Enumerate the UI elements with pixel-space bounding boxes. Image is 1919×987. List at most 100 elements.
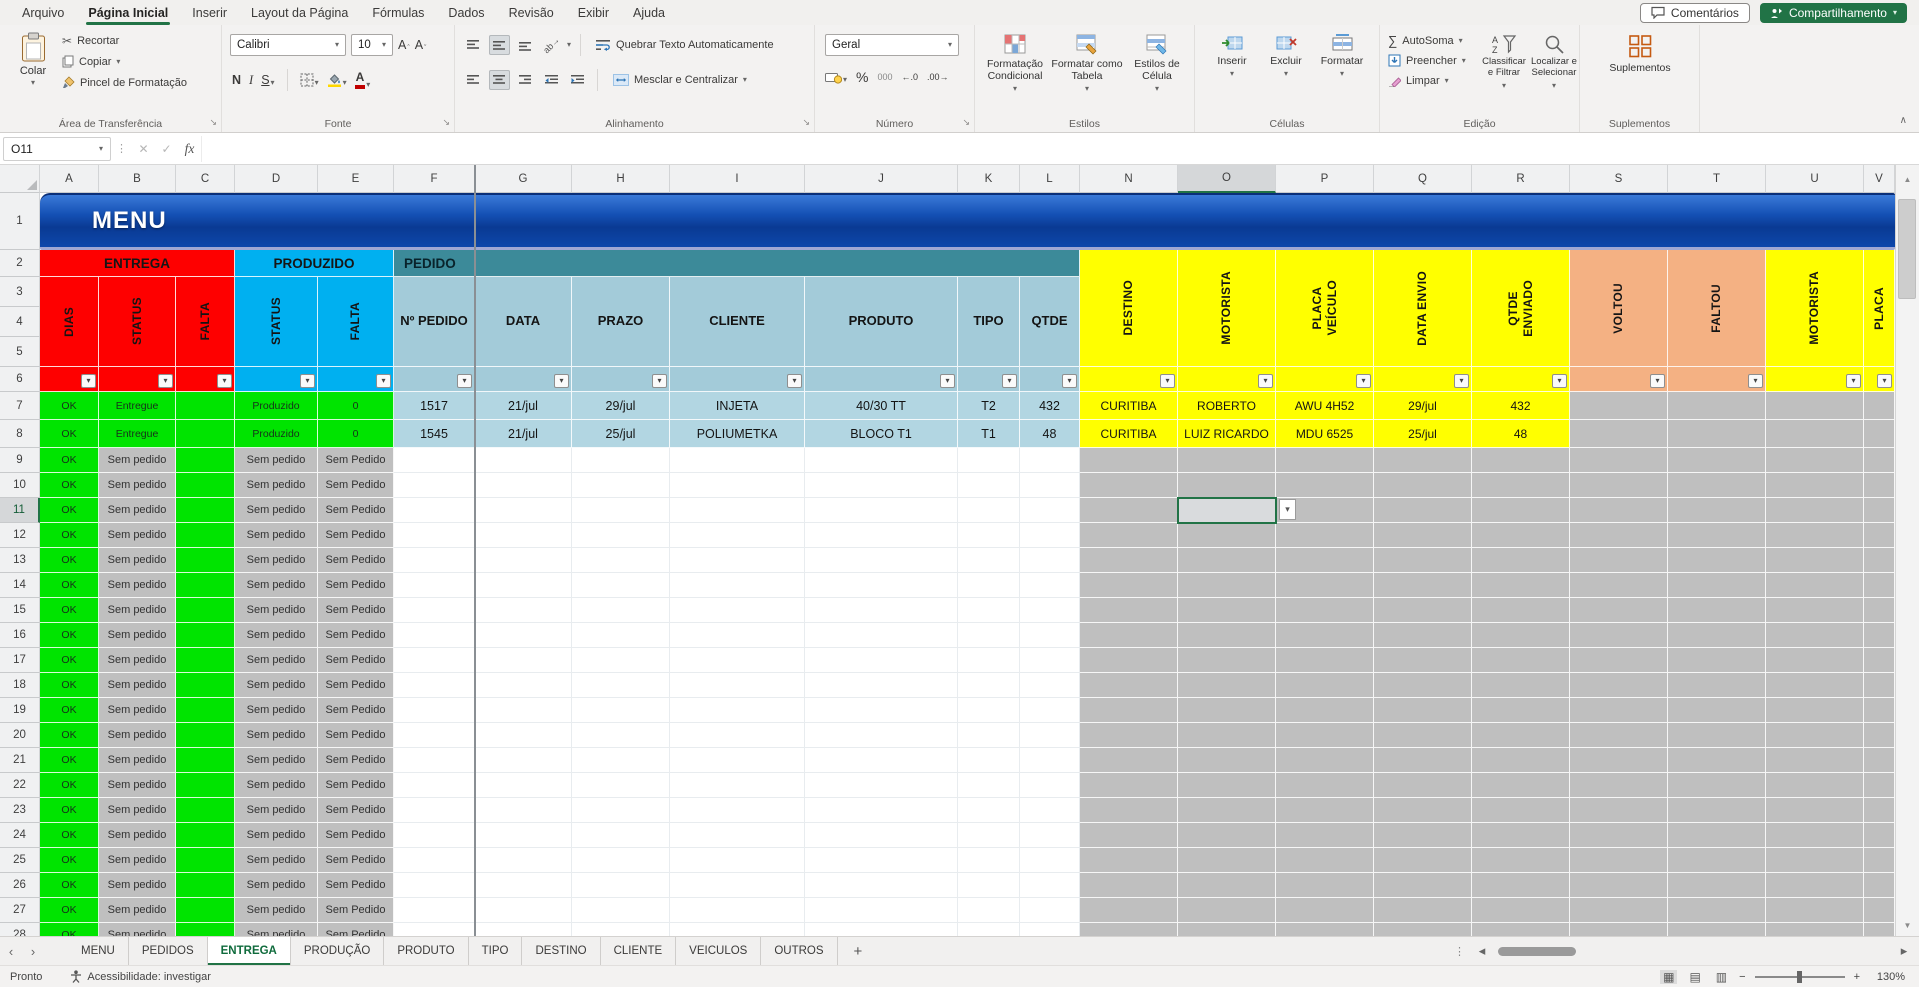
cell-S20[interactable] bbox=[1570, 723, 1668, 748]
font-name-select[interactable]: Calibri▾ bbox=[230, 34, 346, 56]
cell-T14[interactable] bbox=[1668, 573, 1766, 598]
cell-D7[interactable]: Produzido bbox=[235, 392, 318, 420]
cell-K12[interactable] bbox=[958, 523, 1020, 548]
cell-G13[interactable] bbox=[475, 548, 572, 573]
cell-T11[interactable] bbox=[1668, 498, 1766, 523]
cell-F12[interactable] bbox=[394, 523, 475, 548]
normal-view-button[interactable]: ▦ bbox=[1660, 970, 1677, 984]
row-header-16[interactable]: 16 bbox=[0, 623, 40, 648]
align-middle-button[interactable] bbox=[489, 35, 510, 55]
italic-button[interactable]: I bbox=[249, 73, 253, 88]
cell-T27[interactable] bbox=[1668, 898, 1766, 923]
cell-I26[interactable] bbox=[670, 873, 805, 898]
align-right-button[interactable] bbox=[515, 70, 536, 90]
filter-button-V[interactable]: ▾ bbox=[1877, 374, 1892, 388]
page-break-view-button[interactable]: ▥ bbox=[1713, 970, 1730, 984]
cell-T15[interactable] bbox=[1668, 598, 1766, 623]
cell-L13[interactable] bbox=[1020, 548, 1080, 573]
cell-A22[interactable]: OK bbox=[40, 773, 99, 798]
cell-Q13[interactable] bbox=[1374, 548, 1472, 573]
cut-button[interactable]: ✂Recortar bbox=[62, 35, 187, 47]
cell-O9[interactable] bbox=[1178, 448, 1276, 473]
cell-T10[interactable] bbox=[1668, 473, 1766, 498]
cell-D19[interactable]: Sem pedido bbox=[235, 698, 318, 723]
row-header-8[interactable]: 8 bbox=[0, 420, 40, 448]
cell-L24[interactable] bbox=[1020, 823, 1080, 848]
cell-D14[interactable]: Sem pedido bbox=[235, 573, 318, 598]
merge-center-button[interactable]: Mesclar e Centralizar ▾ bbox=[613, 74, 747, 86]
cell-P7[interactable]: AWU 4H52 bbox=[1276, 392, 1374, 420]
cell-I21[interactable] bbox=[670, 748, 805, 773]
column-header-R[interactable]: R bbox=[1472, 165, 1570, 193]
clear-button[interactable]: Limpar▾ bbox=[1388, 74, 1466, 87]
cell-G11[interactable] bbox=[475, 498, 572, 523]
cell-V9[interactable] bbox=[1864, 448, 1895, 473]
sheet-tab-tipo[interactable]: TIPO bbox=[469, 937, 523, 965]
cell-P17[interactable] bbox=[1276, 648, 1374, 673]
zoom-out-button[interactable]: − bbox=[1739, 971, 1745, 983]
menu-tab-layout-da-página[interactable]: Layout da Página bbox=[239, 0, 360, 25]
cell-E12[interactable]: Sem Pedido bbox=[318, 523, 394, 548]
cell-F9[interactable] bbox=[394, 448, 475, 473]
dialog-launcher-icon[interactable]: ↘ bbox=[209, 117, 217, 128]
cell-F25[interactable] bbox=[394, 848, 475, 873]
cell-V19[interactable] bbox=[1864, 698, 1895, 723]
row-header-19[interactable]: 19 bbox=[0, 698, 40, 723]
menu-tab-dados[interactable]: Dados bbox=[436, 0, 496, 25]
cell-B15[interactable]: Sem pedido bbox=[99, 598, 176, 623]
zoom-level[interactable]: 130% bbox=[1869, 971, 1905, 983]
cell-Q18[interactable] bbox=[1374, 673, 1472, 698]
row-header-9[interactable]: 9 bbox=[0, 448, 40, 473]
filter-button-R[interactable]: ▾ bbox=[1552, 374, 1567, 388]
filter-button-T[interactable]: ▾ bbox=[1748, 374, 1763, 388]
cell-N26[interactable] bbox=[1080, 873, 1178, 898]
cell-V28[interactable] bbox=[1864, 923, 1895, 936]
cell-I13[interactable] bbox=[670, 548, 805, 573]
column-header-Q[interactable]: Q bbox=[1374, 165, 1472, 193]
cell-P22[interactable] bbox=[1276, 773, 1374, 798]
cell-T25[interactable] bbox=[1668, 848, 1766, 873]
cell-S15[interactable] bbox=[1570, 598, 1668, 623]
column-header-C[interactable]: C bbox=[176, 165, 235, 193]
column-header-T[interactable]: T bbox=[1668, 165, 1766, 193]
cell-S17[interactable] bbox=[1570, 648, 1668, 673]
cell-I22[interactable] bbox=[670, 773, 805, 798]
tab-resize-handle[interactable]: ⋮ bbox=[1448, 945, 1471, 958]
cell-A19[interactable]: OK bbox=[40, 698, 99, 723]
cell-R26[interactable] bbox=[1472, 873, 1570, 898]
cell-K8[interactable]: T1 bbox=[958, 420, 1020, 448]
cell-U8[interactable] bbox=[1766, 420, 1864, 448]
cell-Q11[interactable] bbox=[1374, 498, 1472, 523]
cell-F23[interactable] bbox=[394, 798, 475, 823]
autosum-button[interactable]: ∑AutoSoma▾ bbox=[1388, 34, 1466, 47]
cell-K19[interactable] bbox=[958, 698, 1020, 723]
cell-I15[interactable] bbox=[670, 598, 805, 623]
row-header-28[interactable]: 28 bbox=[0, 923, 40, 936]
cell-J27[interactable] bbox=[805, 898, 958, 923]
cell-T18[interactable] bbox=[1668, 673, 1766, 698]
cell-J23[interactable] bbox=[805, 798, 958, 823]
cell-A13[interactable]: OK bbox=[40, 548, 99, 573]
cell-V15[interactable] bbox=[1864, 598, 1895, 623]
cell-T20[interactable] bbox=[1668, 723, 1766, 748]
cell-N13[interactable] bbox=[1080, 548, 1178, 573]
cell-G19[interactable] bbox=[475, 698, 572, 723]
cell-K10[interactable] bbox=[958, 473, 1020, 498]
cell-F19[interactable] bbox=[394, 698, 475, 723]
menu-banner[interactable]: MENU bbox=[40, 193, 1895, 250]
cell-S11[interactable] bbox=[1570, 498, 1668, 523]
cell-L15[interactable] bbox=[1020, 598, 1080, 623]
cell-D10[interactable]: Sem pedido bbox=[235, 473, 318, 498]
cell-U15[interactable] bbox=[1766, 598, 1864, 623]
cell-B20[interactable]: Sem pedido bbox=[99, 723, 176, 748]
cell-K16[interactable] bbox=[958, 623, 1020, 648]
column-header-B[interactable]: B bbox=[99, 165, 176, 193]
hscroll-right-button[interactable]: ▸ bbox=[1893, 943, 1915, 959]
cell-K20[interactable] bbox=[958, 723, 1020, 748]
cell-B23[interactable]: Sem pedido bbox=[99, 798, 176, 823]
cell-C14[interactable] bbox=[176, 573, 235, 598]
cell-V22[interactable] bbox=[1864, 773, 1895, 798]
row-header-3[interactable]: 3 bbox=[0, 277, 40, 307]
cell-L20[interactable] bbox=[1020, 723, 1080, 748]
cell-D17[interactable]: Sem pedido bbox=[235, 648, 318, 673]
